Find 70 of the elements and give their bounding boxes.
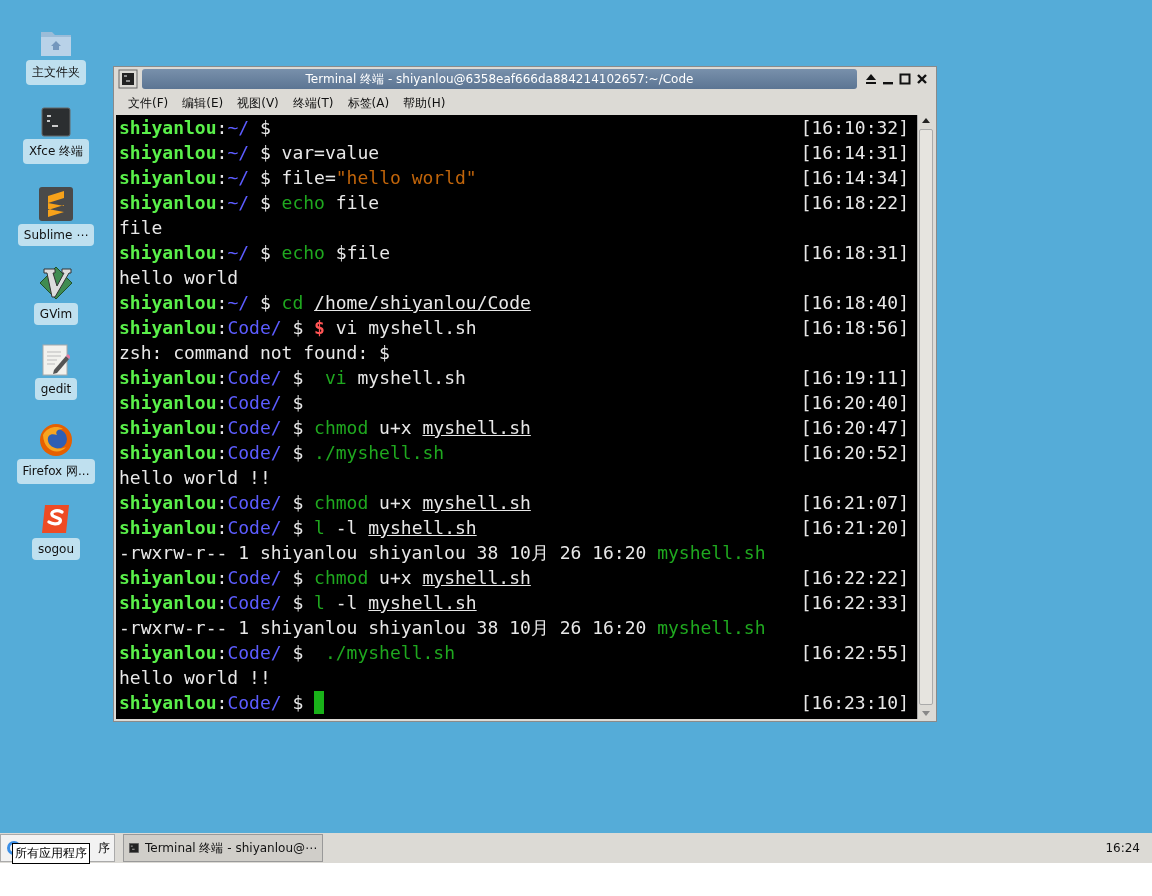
desktop-icon-label[interactable]: Xfce 终端: [22, 139, 90, 164]
terminal-icon: [129, 840, 139, 856]
window-title: Terminal 终端 - shiyanlou@6358eaf666da884214102657:~/Code: [305, 70, 694, 88]
timestamp: [16:10:32]: [800, 116, 909, 140]
terminal-line: zsh: command not found: $: [119, 341, 390, 365]
terminal-line: shiyanlou:Code/ $ $ vi myshell.sh: [119, 316, 477, 340]
desktop-icon-label[interactable]: GVim: [33, 303, 79, 325]
desktop-icon-label[interactable]: 主文件夹: [26, 60, 86, 85]
terminal-line: -rwxrw-r-- 1 shiyanlou shiyanlou 38 10月 26 16:20 myshell.sh: [119, 616, 766, 640]
timestamp: [16:21:07]: [800, 491, 909, 515]
terminal-line: hello world: [119, 266, 239, 290]
terminal-icon[interactable]: [41, 107, 71, 137]
terminal-line: shiyanlou:Code/ $ ./myshell.sh: [119, 641, 455, 665]
terminal-line: -rwxrw-r-- 1 shiyanlou shiyanlou 38 10月 26 16:20 myshell.sh: [119, 541, 766, 565]
timestamp: [16:18:40]: [800, 291, 909, 315]
scrollbar[interactable]: [917, 115, 934, 719]
timestamp: [16:23:10]: [800, 691, 909, 715]
timestamp: [16:21:20]: [800, 516, 909, 540]
terminal-line: shiyanlou:Code/ $ chmod u+x myshell.sh: [119, 491, 531, 515]
desktop-icon-label[interactable]: Sublime ⋯: [17, 224, 95, 246]
timestamp: [16:14:31]: [800, 141, 909, 165]
taskbar-button[interactable]: Terminal 终端 - shiyanlou@⋯: [123, 834, 323, 862]
desktop-icon-label[interactable]: Firefox 网...: [16, 459, 96, 484]
terminal-line: shiyanlou:~/ $ echo $file: [119, 241, 390, 265]
terminal-line: shiyanlou:Code/ $: [119, 691, 305, 715]
terminal-line: shiyanlou:Code/ $ chmod u+x myshell.sh: [119, 566, 531, 590]
menu-item[interactable]: 标签(A): [347, 94, 390, 112]
timestamp: [16:18:56]: [800, 316, 909, 340]
maximize-icon[interactable]: [899, 73, 911, 85]
terminal-line: hello world !!: [119, 666, 271, 690]
menu-item[interactable]: 帮助(H): [403, 94, 446, 112]
terminal-line: file: [119, 216, 163, 240]
terminal-line: shiyanlou:~/ $ file="hello world": [119, 166, 477, 190]
globe-icon[interactable]: [39, 423, 73, 457]
terminal-line: shiyanlou:~/ $ echo file: [119, 191, 380, 215]
terminal-line: shiyanlou:~/ $ var=value: [119, 141, 380, 165]
menu-item[interactable]: 视图(V): [237, 94, 279, 112]
terminal-line: shiyanlou:Code/ $: [119, 391, 304, 415]
timestamp: [16:20:40]: [800, 391, 909, 415]
timestamp: [16:18:31]: [800, 241, 909, 265]
timestamp: [16:22:33]: [800, 591, 909, 615]
terminal-line: shiyanlou:Code/ $ vi myshell.sh: [119, 366, 466, 390]
clock: 16:24: [1105, 841, 1141, 855]
desktop-icon-label[interactable]: gedit: [34, 378, 78, 400]
scroll-thumb[interactable]: [919, 129, 933, 705]
diamond-icon[interactable]: [38, 265, 74, 301]
timestamp: [16:20:52]: [800, 441, 909, 465]
terminal-line: shiyanlou:Code/ $ l -l myshell.sh: [119, 591, 477, 615]
menu-item[interactable]: 编辑(E): [182, 94, 224, 112]
timestamp: [16:18:22]: [800, 191, 909, 215]
terminal-line: hello world !!: [119, 466, 271, 490]
zigzag-icon[interactable]: [38, 186, 74, 222]
terminal-icon[interactable]: [118, 69, 138, 89]
timestamp: [16:19:11]: [800, 366, 909, 390]
tooltip: 所有应用程序: [12, 843, 90, 864]
menu-item[interactable]: 终端(T): [292, 94, 334, 112]
terminal-line: shiyanlou:~/ $: [119, 116, 271, 140]
notepad-pencil-icon[interactable]: [42, 344, 70, 376]
desktop-icon-label[interactable]: sogou: [31, 538, 81, 560]
timestamp: [16:20:47]: [800, 416, 909, 440]
terminal-line: shiyanlou:Code/ $ chmod u+x myshell.sh: [119, 416, 531, 440]
timestamp: [16:22:22]: [800, 566, 909, 590]
terminal-line: shiyanlou:Code/ $ l -l myshell.sh: [119, 516, 477, 540]
shade-icon[interactable]: [865, 73, 877, 85]
menu-item[interactable]: 文件(F): [128, 94, 169, 112]
timestamp: [16:14:34]: [800, 166, 909, 190]
terminal-line: shiyanlou:~/ $ cd /home/shiyanlou/Code: [119, 291, 531, 315]
timestamp: [16:22:55]: [800, 641, 909, 665]
terminal-line: shiyanlou:Code/ $ ./myshell.sh: [119, 441, 445, 465]
close-icon[interactable]: [916, 73, 928, 85]
